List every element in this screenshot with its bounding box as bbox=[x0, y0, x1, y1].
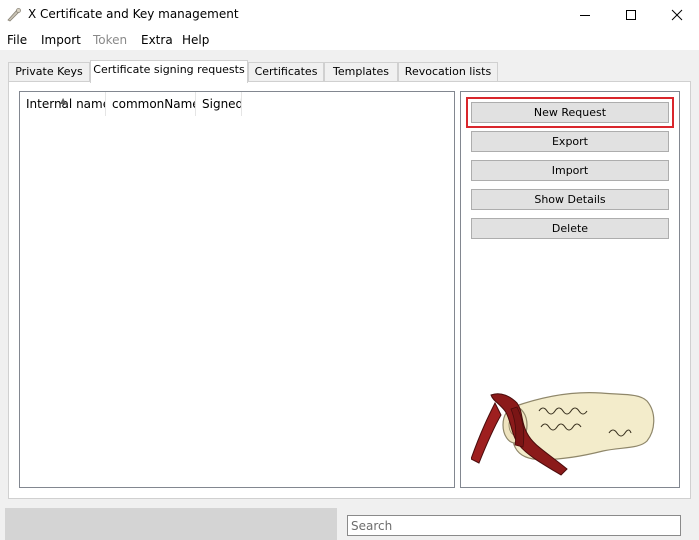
close-button[interactable] bbox=[654, 0, 699, 30]
maximize-icon bbox=[626, 10, 636, 20]
tab-templates[interactable]: Templates bbox=[324, 62, 398, 82]
minimize-icon bbox=[580, 15, 590, 16]
status-area bbox=[5, 508, 337, 540]
column-header-common-name[interactable]: commonName bbox=[106, 92, 196, 116]
sort-ascending-icon: ▲ bbox=[60, 96, 67, 105]
tab-content-panel: ▲ Internal name commonName Signed New Re… bbox=[8, 81, 691, 499]
tab-certificates[interactable]: Certificates bbox=[248, 62, 324, 82]
menu-help[interactable]: Help bbox=[182, 33, 209, 47]
window-title: X Certificate and Key management bbox=[28, 7, 239, 21]
minimize-button[interactable] bbox=[562, 0, 608, 30]
app-logo-icon bbox=[7, 8, 21, 22]
column-header-signed[interactable]: Signed bbox=[196, 92, 242, 116]
delete-button[interactable]: Delete bbox=[471, 218, 669, 239]
title-bar: X Certificate and Key management bbox=[0, 0, 699, 30]
action-button-panel: New Request Export Import Show Details D… bbox=[460, 91, 680, 488]
menu-import[interactable]: Import bbox=[41, 33, 81, 47]
export-button[interactable]: Export bbox=[471, 131, 669, 152]
menu-file[interactable]: File bbox=[7, 33, 27, 47]
import-button[interactable]: Import bbox=[471, 160, 669, 181]
scroll-illustration bbox=[471, 392, 655, 476]
tab-certificate-signing-requests[interactable]: Certificate signing requests bbox=[90, 60, 248, 83]
new-request-button[interactable]: New Request bbox=[471, 102, 669, 123]
tab-revocation-lists[interactable]: Revocation lists bbox=[398, 62, 498, 82]
menu-extra[interactable]: Extra bbox=[141, 33, 173, 47]
column-header-internal-name[interactable]: ▲ Internal name bbox=[20, 92, 106, 116]
show-details-button[interactable]: Show Details bbox=[471, 189, 669, 210]
search-input[interactable] bbox=[347, 515, 681, 536]
menu-token[interactable]: Token bbox=[93, 33, 127, 47]
close-icon bbox=[671, 9, 683, 21]
maximize-button[interactable] bbox=[608, 0, 654, 30]
tab-private-keys[interactable]: Private Keys bbox=[8, 62, 90, 82]
menu-bar: File Import Token Extra Help bbox=[0, 30, 699, 50]
csr-list[interactable]: ▲ Internal name commonName Signed bbox=[19, 91, 455, 488]
